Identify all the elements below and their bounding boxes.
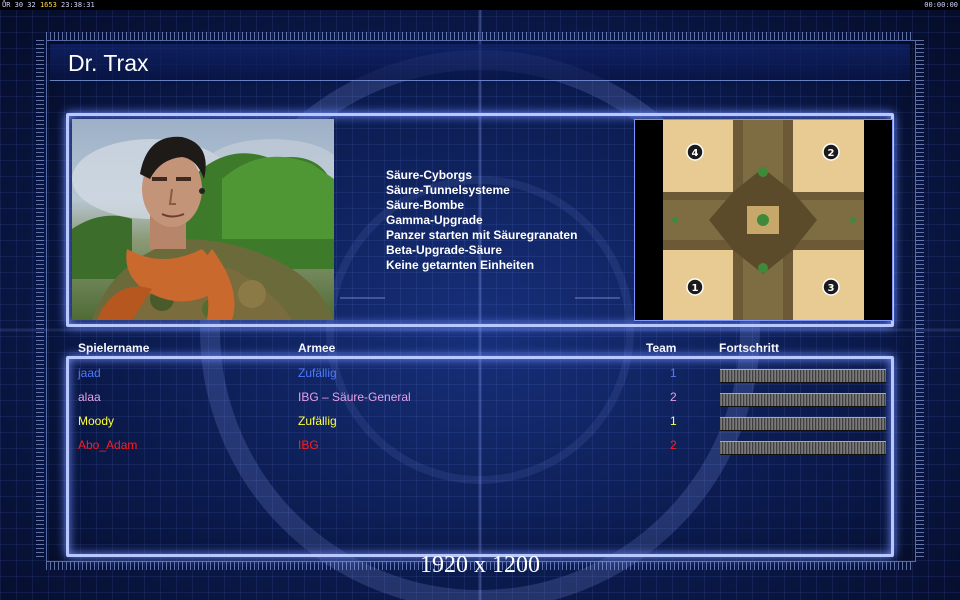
player-progress-bar xyxy=(720,417,886,431)
player-army: IBG xyxy=(298,438,319,452)
top-ruler xyxy=(46,32,914,40)
table-row: Abo_Adam IBG 2 xyxy=(66,434,894,456)
perk-item: Gamma-Upgrade xyxy=(386,213,483,227)
player-army: IBG – Säure-General xyxy=(298,390,411,404)
player-progress-bar xyxy=(720,441,886,455)
table-row: jaad Zufällig 1 xyxy=(66,362,894,384)
perk-item: Panzer starten mit Säuregranaten xyxy=(386,228,578,242)
perk-item: Säure-Tunnelsysteme xyxy=(386,183,510,197)
player-progress-bar xyxy=(720,369,886,383)
map-preview: 4 2 1 3 xyxy=(634,119,893,321)
player-team: 2 xyxy=(670,390,677,404)
table-row: alaa IBG – Säure-General 2 xyxy=(66,386,894,408)
status-frame-rate: 1653 xyxy=(39,1,57,9)
right-ruler xyxy=(916,40,924,560)
player-army: Zufällig xyxy=(298,366,337,380)
map-start-1: 1 xyxy=(692,283,699,294)
player-army: Zufällig xyxy=(298,414,337,428)
player-team: 1 xyxy=(670,366,677,380)
status-timer: 00:00:00 xyxy=(924,1,958,9)
left-ruler xyxy=(36,40,44,560)
map-start-4: 4 xyxy=(692,148,699,159)
players-table: jaad Zufällig 1 alaa IBG – Säure-General… xyxy=(66,356,894,554)
perk-item: Keine getarnten Einheiten xyxy=(386,258,535,272)
header-player-name: Spielername xyxy=(78,341,150,355)
map-start-2: 2 xyxy=(828,148,835,159)
player-name: jaad xyxy=(78,366,101,380)
player-name: alaa xyxy=(78,390,101,404)
perk-item: Beta-Upgrade-Säure xyxy=(386,243,503,257)
header-progress: Fortschritt xyxy=(719,341,779,355)
player-name: Moody xyxy=(78,414,115,428)
table-row: Moody Zufällig 1 xyxy=(66,410,894,432)
general-name: Dr. Trax xyxy=(68,50,149,76)
player-name: Abo_Adam xyxy=(78,438,138,452)
header-team: Team xyxy=(646,341,677,355)
status-code: ŮR 30 32 xyxy=(2,1,36,9)
status-clock: 23:38:31 xyxy=(61,1,95,9)
resolution-label: 1920 x 1200 xyxy=(420,552,540,578)
title-bar: Dr. Trax xyxy=(50,44,910,81)
perk-item: Säure-Bombe xyxy=(386,198,465,212)
header-army: Armee xyxy=(298,341,336,355)
status-bar: ŮR 30 32 1653 23:38:31 00:00:00 xyxy=(0,0,960,10)
general-portrait xyxy=(72,119,334,320)
general-perks-list: Säure-Cyborgs Säure-Tunnelsysteme Säure-… xyxy=(386,168,577,273)
status-left: ŮR 30 32 1653 23:38:31 xyxy=(2,0,95,10)
perk-item: Säure-Cyborgs xyxy=(386,168,473,182)
map-start-3: 3 xyxy=(828,283,835,294)
player-progress-bar xyxy=(720,393,886,407)
player-team: 2 xyxy=(670,438,677,452)
player-team: 1 xyxy=(670,414,677,428)
